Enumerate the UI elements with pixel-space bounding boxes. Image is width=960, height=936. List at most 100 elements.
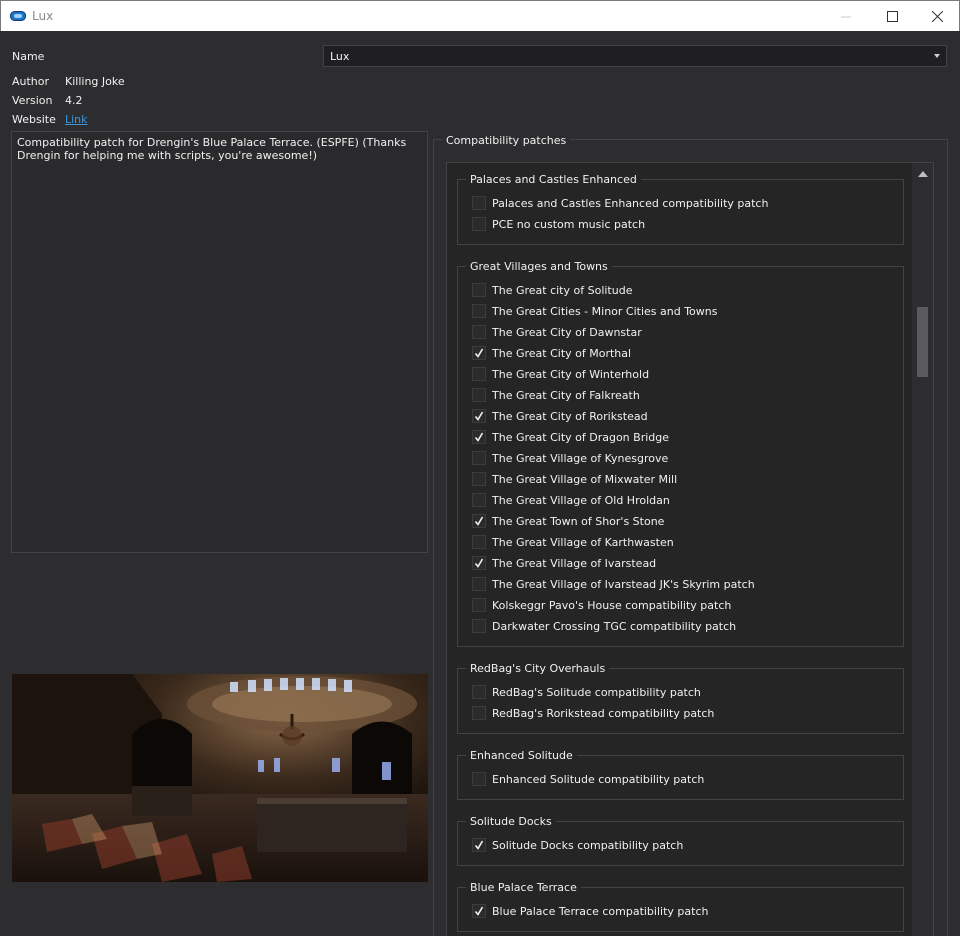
option-row[interactable]: The Great Village of Kynesgrove xyxy=(472,451,668,465)
option-label: The Great City of Dawnstar xyxy=(492,325,642,339)
author-value: Killing Joke xyxy=(65,75,125,88)
checkbox[interactable] xyxy=(472,619,486,633)
group-redbag: RedBag's City Overhauls RedBag's Solitud… xyxy=(457,662,904,734)
checkmark-icon xyxy=(474,516,484,526)
option-label: The Great Cities - Minor Cities and Town… xyxy=(492,304,718,318)
checkbox[interactable] xyxy=(472,598,486,612)
group-blue-palace-terrace: Blue Palace Terrace Blue Palace Terrace … xyxy=(457,881,904,932)
chevron-down-icon xyxy=(934,54,940,58)
option-label: The Great Village of Ivarstead JK's Skyr… xyxy=(492,577,755,591)
minimize-button[interactable] xyxy=(823,1,869,32)
option-label: The Great Village of Old Hroldan xyxy=(492,493,670,507)
option-row[interactable]: The Great City of Dawnstar xyxy=(472,325,642,339)
group-great-villages: Great Villages and Towns The Great city … xyxy=(457,260,904,647)
option-label: Solitude Docks compatibility patch xyxy=(492,838,684,852)
option-row[interactable]: RedBag's Solitude compatibility patch xyxy=(472,685,701,699)
option-row[interactable]: RedBag's Rorikstead compatibility patch xyxy=(472,706,714,720)
checkbox[interactable] xyxy=(472,706,486,720)
checkbox[interactable] xyxy=(472,493,486,507)
group-title: RedBag's City Overhauls xyxy=(466,662,610,675)
checkbox[interactable] xyxy=(472,838,486,852)
group-title: Palaces and Castles Enhanced xyxy=(466,173,641,186)
option-row[interactable]: The Great City of Falkreath xyxy=(472,388,640,402)
option-label: The Great Village of Mixwater Mill xyxy=(492,472,678,486)
option-row[interactable]: The Great Village of Karthwasten xyxy=(472,535,674,549)
option-label: Enhanced Solitude compatibility patch xyxy=(492,772,705,786)
scroll-up-icon[interactable] xyxy=(918,171,928,177)
checkmark-icon xyxy=(474,411,484,421)
preview-image xyxy=(12,674,428,882)
option-label: Kolskeggr Pavo's House compatibility pat… xyxy=(492,598,732,612)
checkbox[interactable] xyxy=(472,283,486,297)
name-dropdown[interactable]: Lux xyxy=(323,45,947,67)
group-title: Solitude Docks xyxy=(466,815,556,828)
option-label: The Great Village of Karthwasten xyxy=(492,535,674,549)
option-label: RedBag's Solitude compatibility patch xyxy=(492,685,701,699)
option-label: Palaces and Castles Enhanced compatibili… xyxy=(492,196,769,210)
option-row[interactable]: The Great Town of Shor's Stone xyxy=(472,514,664,528)
name-label: Name xyxy=(12,50,45,63)
checkbox[interactable] xyxy=(472,904,486,918)
checkbox[interactable] xyxy=(472,367,486,381)
checkmark-icon xyxy=(474,348,484,358)
close-button[interactable] xyxy=(914,1,960,32)
option-label: The Great City of Morthal xyxy=(492,346,632,360)
option-row[interactable]: The Great Village of Ivarstead xyxy=(472,556,656,570)
group-enhanced-solitude: Enhanced Solitude Enhanced Solitude comp… xyxy=(457,749,904,800)
checkbox[interactable] xyxy=(472,304,486,318)
option-row[interactable]: The Great Village of Mixwater Mill xyxy=(472,472,677,486)
author-label: Author xyxy=(12,75,50,88)
checkbox[interactable] xyxy=(472,556,486,570)
group-solitude-docks: Solitude Docks Solitude Docks compatibil… xyxy=(457,815,904,866)
scrollbar-thumb[interactable] xyxy=(917,307,928,377)
option-label: The Great City of Dragon Bridge xyxy=(492,430,670,444)
maximize-icon xyxy=(886,11,898,22)
checkbox[interactable] xyxy=(472,577,486,591)
option-label: The Great city of Solitude xyxy=(492,283,633,297)
option-row[interactable]: Kolskeggr Pavo's House compatibility pat… xyxy=(472,598,731,612)
option-row[interactable]: The Great City of Dragon Bridge xyxy=(472,430,669,444)
checkbox[interactable] xyxy=(472,535,486,549)
checkmark-icon xyxy=(474,840,484,850)
website-label: Website xyxy=(12,113,56,126)
title-bar[interactable]: Lux xyxy=(0,0,960,31)
option-row[interactable]: The Great city of Solitude xyxy=(472,283,632,297)
option-row[interactable]: The Great City of Morthal xyxy=(472,346,631,360)
checkbox[interactable] xyxy=(472,514,486,528)
version-label: Version xyxy=(12,94,53,107)
description-text[interactable]: Compatibility patch for Drengin's Blue P… xyxy=(11,131,428,553)
option-row[interactable]: Enhanced Solitude compatibility patch xyxy=(472,772,704,786)
option-label: The Great City of Rorikstead xyxy=(492,409,648,423)
checkbox[interactable] xyxy=(472,217,486,231)
checkbox[interactable] xyxy=(472,388,486,402)
option-row[interactable]: Palaces and Castles Enhanced compatibili… xyxy=(472,196,768,210)
option-row[interactable]: The Great Village of Ivarstead JK's Skyr… xyxy=(472,577,755,591)
option-row[interactable]: The Great Cities - Minor Cities and Town… xyxy=(472,304,717,318)
option-row[interactable]: Solitude Docks compatibility patch xyxy=(472,838,683,852)
vertical-scrollbar[interactable] xyxy=(912,163,933,936)
checkbox[interactable] xyxy=(472,472,486,486)
checkmark-icon xyxy=(474,432,484,442)
checkbox[interactable] xyxy=(472,685,486,699)
option-row[interactable]: The Great Village of Old Hroldan xyxy=(472,493,670,507)
option-row[interactable]: The Great City of Rorikstead xyxy=(472,409,648,423)
checkmark-icon xyxy=(474,558,484,568)
group-title: Enhanced Solitude xyxy=(466,749,577,762)
option-row[interactable]: Darkwater Crossing TGC compatibility pat… xyxy=(472,619,736,633)
option-row[interactable]: Blue Palace Terrace compatibility patch xyxy=(472,904,708,918)
group-title: Blue Palace Terrace xyxy=(466,881,581,894)
checkbox[interactable] xyxy=(472,325,486,339)
maximize-button[interactable] xyxy=(869,1,915,32)
checkbox[interactable] xyxy=(472,430,486,444)
option-label: PCE no custom music patch xyxy=(492,217,646,231)
option-row[interactable]: The Great City of Winterhold xyxy=(472,367,649,381)
option-row[interactable]: PCE no custom music patch xyxy=(472,217,645,231)
website-link[interactable]: Link xyxy=(65,113,88,126)
checkbox[interactable] xyxy=(472,196,486,210)
minimize-icon xyxy=(841,16,851,17)
checkbox[interactable] xyxy=(472,451,486,465)
checkbox[interactable] xyxy=(472,772,486,786)
checkbox[interactable] xyxy=(472,346,486,360)
checkbox[interactable] xyxy=(472,409,486,423)
checkmark-icon xyxy=(474,906,484,916)
